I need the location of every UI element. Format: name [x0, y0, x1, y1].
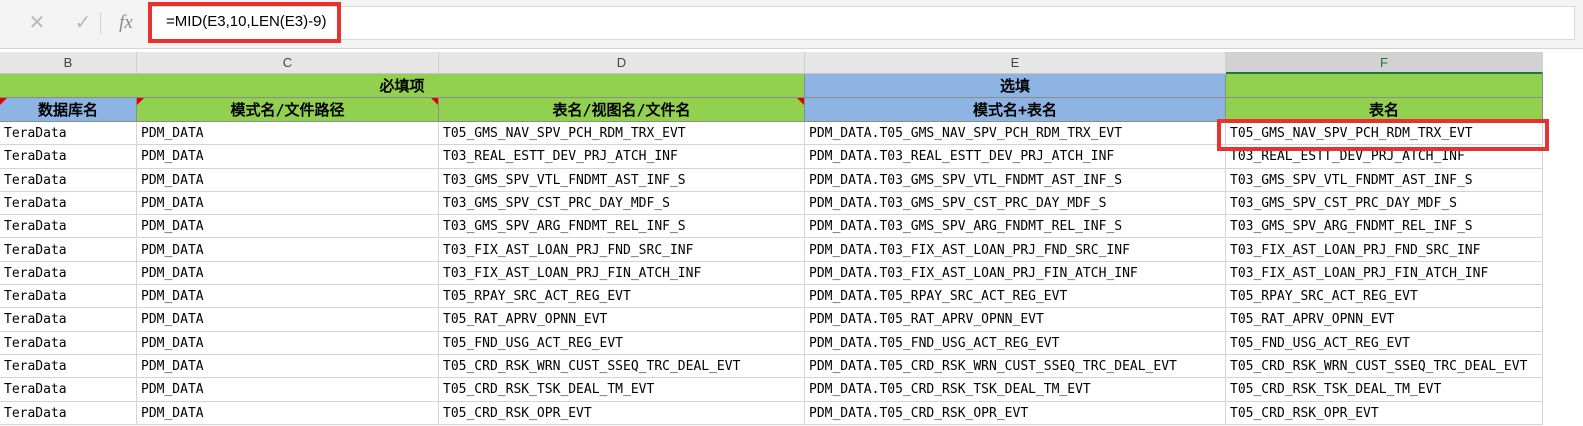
cell-c[interactable]: PDM_DATA — [137, 401, 439, 425]
formula-bar: ✕ ✓ fx =MID(E3,10,LEN(E3)-9) — [0, 0, 1583, 49]
sheet-right-margin — [1543, 52, 1583, 426]
cell-e[interactable]: PDM_DATA.T05_RPAY_SRC_ACT_REG_EVT — [805, 285, 1226, 309]
cell-d[interactable]: T03_FIX_AST_LOAN_PRJ_FND_SRC_INF — [439, 238, 805, 262]
cell-b[interactable]: TeraData — [0, 378, 137, 402]
required-band[interactable]: 必填项 — [0, 74, 805, 98]
header-schema[interactable]: 模式名/文件路径 — [137, 98, 439, 122]
cell-b[interactable]: TeraData — [0, 238, 137, 262]
cell-c[interactable]: PDM_DATA — [137, 378, 439, 402]
formula-input[interactable] — [150, 6, 1575, 40]
cell-c[interactable]: PDM_DATA — [137, 122, 439, 146]
cell-e[interactable]: PDM_DATA.T05_GMS_NAV_SPV_PCH_RDM_TRX_EVT — [805, 122, 1226, 146]
cell-c[interactable]: PDM_DATA — [137, 191, 439, 216]
cell-b[interactable]: TeraData — [0, 285, 137, 309]
formula-bar-separator — [100, 12, 101, 34]
cell-b[interactable]: TeraData — [0, 355, 137, 379]
cell-b[interactable]: TeraData — [0, 145, 137, 169]
cell-f[interactable]: T05_RAT_APRV_OPNN_EVT — [1226, 308, 1543, 332]
header-database-label: 数据库名 — [37, 101, 98, 119]
header-table-label: 表名/视图名/文件名 — [552, 101, 691, 119]
enter-icon[interactable]: ✓ — [72, 10, 94, 36]
cell-d[interactable]: T05_CRD_RSK_OPR_EVT — [439, 401, 805, 425]
optional-band[interactable]: 选填 — [805, 74, 1226, 98]
cell-d[interactable]: T05_CRD_RSK_TSK_DEAL_TM_EVT — [439, 378, 805, 402]
comment-marker-icon — [431, 98, 438, 105]
cell-e[interactable]: PDM_DATA.T05_FND_USG_ACT_REG_EVT — [805, 331, 1226, 355]
cell-d[interactable]: T03_GMS_SPV_CST_PRC_DAY_MDF_S — [439, 191, 805, 216]
cell-c[interactable]: PDM_DATA — [137, 238, 439, 262]
cell-c[interactable]: PDM_DATA — [137, 331, 439, 355]
cell-b[interactable]: TeraData — [0, 331, 137, 355]
cell-b[interactable]: TeraData — [0, 168, 137, 192]
comment-marker-icon — [0, 98, 7, 105]
column-header-c[interactable]: C — [137, 52, 439, 74]
cell-c[interactable]: PDM_DATA — [137, 285, 439, 309]
cell-f[interactable]: T03_FIX_AST_LOAN_PRJ_FIN_ATCH_INF — [1226, 261, 1543, 286]
insert-function-icon[interactable]: fx — [112, 10, 140, 36]
cell-e[interactable]: PDM_DATA.T05_CRD_RSK_TSK_DEAL_TM_EVT — [805, 378, 1226, 402]
cell-e[interactable]: PDM_DATA.T03_GMS_SPV_VTL_FNDMT_AST_INF_S — [805, 168, 1226, 192]
cell-d[interactable]: T05_RPAY_SRC_ACT_REG_EVT — [439, 285, 805, 309]
column-header-e[interactable]: E — [805, 52, 1226, 74]
cell-f[interactable]: T03_GMS_SPV_VTL_FNDMT_AST_INF_S — [1226, 168, 1543, 192]
header-schema-table-label: 模式名+表名 — [972, 101, 1058, 119]
cell-b[interactable]: TeraData — [0, 191, 137, 216]
cell-e[interactable]: PDM_DATA.T03_GMS_SPV_ARG_FNDMT_REL_INF_S — [805, 215, 1226, 239]
column-header-b[interactable]: B — [0, 52, 137, 74]
cell-d[interactable]: T03_REAL_ESTT_DEV_PRJ_ATCH_INF — [439, 145, 805, 169]
header-schema-label: 模式名/文件路径 — [230, 101, 345, 119]
required-band-label: 必填项 — [379, 77, 425, 95]
cell-d[interactable]: T05_FND_USG_ACT_REG_EVT — [439, 331, 805, 355]
cell-b[interactable]: TeraData — [0, 122, 137, 146]
cell-d[interactable]: T03_GMS_SPV_VTL_FNDMT_AST_INF_S — [439, 168, 805, 192]
cell-b[interactable]: TeraData — [0, 215, 137, 239]
cell-e[interactable]: PDM_DATA.T05_CRD_RSK_OPR_EVT — [805, 401, 1226, 425]
cell-c[interactable]: PDM_DATA — [137, 145, 439, 169]
cell-c[interactable]: PDM_DATA — [137, 261, 439, 286]
cell-d[interactable]: T05_GMS_NAV_SPV_PCH_RDM_TRX_EVT — [439, 122, 805, 146]
cell-e[interactable]: PDM_DATA.T03_FIX_AST_LOAN_PRJ_FIN_ATCH_I… — [805, 261, 1226, 286]
header-schema-table[interactable]: 模式名+表名 — [805, 98, 1226, 122]
cell-c[interactable]: PDM_DATA — [137, 355, 439, 379]
cell-d[interactable]: T05_CRD_RSK_WRN_CUST_SSEQ_TRC_DEAL_EVT — [439, 355, 805, 379]
column-header-d[interactable]: D — [439, 52, 805, 74]
cell-f[interactable]: T05_CRD_RSK_OPR_EVT — [1226, 401, 1543, 425]
comment-marker-icon — [797, 98, 804, 105]
cell-d[interactable]: T03_FIX_AST_LOAN_PRJ_FIN_ATCH_INF — [439, 261, 805, 286]
cell-f[interactable]: T05_RPAY_SRC_ACT_REG_EVT — [1226, 285, 1543, 309]
cell-b[interactable]: TeraData — [0, 401, 137, 425]
optional-band-f[interactable] — [1226, 74, 1543, 98]
header-table-name-label: 表名 — [1368, 101, 1399, 119]
column-header-f[interactable]: F — [1226, 52, 1543, 74]
header-table[interactable]: 表名/视图名/文件名 — [439, 98, 805, 122]
cell-f[interactable]: T05_FND_USG_ACT_REG_EVT — [1226, 331, 1543, 355]
cell-b[interactable]: TeraData — [0, 308, 137, 332]
cell-f[interactable]: T03_GMS_SPV_CST_PRC_DAY_MDF_S — [1226, 191, 1543, 216]
comment-marker-icon — [137, 98, 144, 105]
cell-c[interactable]: PDM_DATA — [137, 168, 439, 192]
cancel-icon[interactable]: ✕ — [26, 10, 48, 36]
formula-highlight-box — [148, 2, 341, 43]
cell-f[interactable]: T05_CRD_RSK_WRN_CUST_SSEQ_TRC_DEAL_EVT — [1226, 355, 1543, 379]
cell-e[interactable]: PDM_DATA.T03_GMS_SPV_CST_PRC_DAY_MDF_S — [805, 191, 1226, 216]
cell-d[interactable]: T05_RAT_APRV_OPNN_EVT — [439, 308, 805, 332]
cell-e[interactable]: PDM_DATA.T05_RAT_APRV_OPNN_EVT — [805, 308, 1226, 332]
cell-c[interactable]: PDM_DATA — [137, 215, 439, 239]
cell-e[interactable]: PDM_DATA.T05_CRD_RSK_WRN_CUST_SSEQ_TRC_D… — [805, 355, 1226, 379]
cell-e[interactable]: PDM_DATA.T03_FIX_AST_LOAN_PRJ_FND_SRC_IN… — [805, 238, 1226, 262]
cell-f[interactable]: T05_CRD_RSK_TSK_DEAL_TM_EVT — [1226, 378, 1543, 402]
optional-band-label: 选填 — [999, 77, 1030, 95]
cell-f[interactable]: T03_FIX_AST_LOAN_PRJ_FND_SRC_INF — [1226, 238, 1543, 262]
cell-e[interactable]: PDM_DATA.T03_REAL_ESTT_DEV_PRJ_ATCH_INF — [805, 145, 1226, 169]
cell-d[interactable]: T03_GMS_SPV_ARG_FNDMT_REL_INF_S — [439, 215, 805, 239]
cell-f[interactable]: T03_GMS_SPV_ARG_FNDMT_REL_INF_S — [1226, 215, 1543, 239]
cell-c[interactable]: PDM_DATA — [137, 308, 439, 332]
cell-b[interactable]: TeraData — [0, 261, 137, 286]
active-cell-highlight — [1217, 119, 1549, 151]
header-database[interactable]: 数据库名 — [0, 98, 137, 122]
